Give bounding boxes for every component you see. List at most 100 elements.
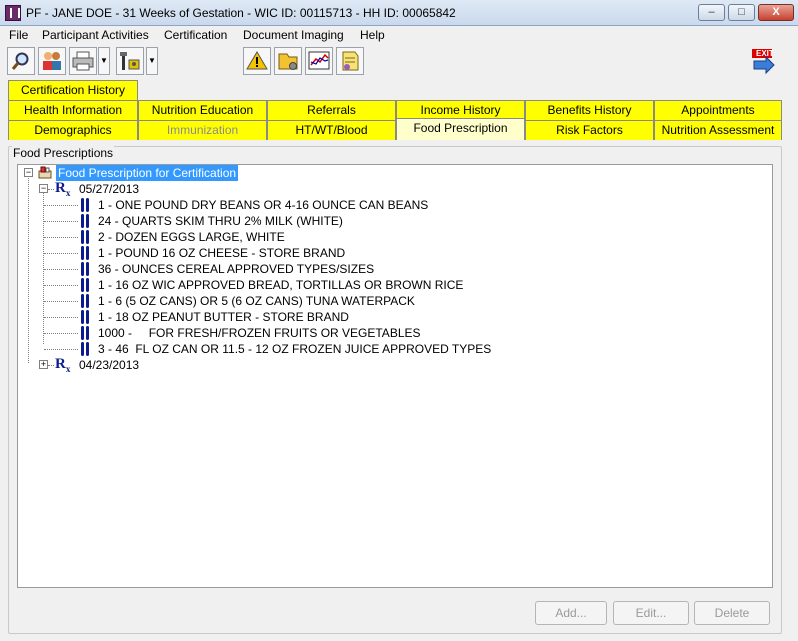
tree-item-row[interactable]: 1 - 18 OZ PEANUT BUTTER - STORE BRAND [18,309,758,325]
food-item-label: 24 - QUARTS SKIM THRU 2% MILK (WHITE) [98,214,343,228]
menu-certification[interactable]: Certification [164,28,227,42]
tab-referrals[interactable]: Referrals [267,100,396,120]
food-item-label: 1 - POUND 16 OZ CHEESE - STORE BRAND [98,246,346,260]
food-item-icon [81,214,90,228]
tree-connector [44,253,78,254]
alert-icon [246,51,268,70]
toolbar: ▼ ▼ EXIT [0,44,798,78]
tree-item-row[interactable]: 1 - ONE POUND DRY BEANS OR 4-16 OUNCE CA… [18,197,758,213]
tab-immunization[interactable]: Immunization [138,120,267,140]
folder-settings-icon [278,53,298,70]
tools-button[interactable] [116,47,144,75]
notes-icon [342,51,359,71]
tab-income-history[interactable]: Income History [396,100,525,120]
minimize-button[interactable]: – [698,4,725,21]
alert-button[interactable] [243,47,271,75]
notes-button[interactable] [336,47,364,75]
title-bar: PF - JANE DOE - 31 Weeks of Gestation - … [0,0,798,26]
rx-icon: Rx [55,356,71,374]
tree-group-row[interactable]: − Rx 05/27/2013 [18,180,318,198]
tree-connector [44,237,78,238]
food-basket-icon [38,166,52,179]
food-item-label: 36 - OUNCES CEREAL APPROVED TYPES/SIZES [98,262,375,276]
tab-nutrition-education[interactable]: Nutrition Education [138,100,267,120]
food-item-icon [81,230,90,244]
food-item-icon [81,262,90,276]
tree-connector [44,301,78,302]
tree-item-row[interactable]: 1 - 16 OZ WIC APPROVED BREAD, TORTILLAS … [18,277,758,293]
food-item-label: 1 - 18 OZ PEANUT BUTTER - STORE BRAND [98,310,349,324]
tree-item-row[interactable]: 3 - 46 FL OZ CAN OR 11.5 - 12 OZ FROZEN … [18,341,758,357]
tree-item-row[interactable]: 2 - DOZEN EGGS LARGE, WHITE [18,229,758,245]
app-icon [5,5,21,21]
participants-icon [43,52,61,70]
tab-demographics[interactable]: Demographics [8,120,138,140]
print-button[interactable] [69,47,97,75]
food-item-label: 1 - 6 (5 OZ CANS) OR 5 (6 OZ CANS) TUNA … [98,294,415,308]
tab-appointments[interactable]: Appointments [654,100,782,120]
window-title: PF - JANE DOE - 31 Weeks of Gestation - … [26,6,456,20]
tree-connector [44,317,78,318]
tab-nutrition-assessment[interactable]: Nutrition Assessment [654,120,782,140]
search-icon [11,52,29,70]
chevron-down-icon: ▼ [100,56,108,65]
food-item-icon [81,198,90,212]
exit-button[interactable]: EXIT [748,47,776,75]
food-item-label: 3 - 46 FL OZ CAN OR 11.5 - 12 OZ FROZEN … [98,342,492,356]
tree-item-row[interactable]: 1 - 6 (5 OZ CANS) OR 5 (6 OZ CANS) TUNA … [18,293,758,309]
tree-item-row[interactable]: 24 - QUARTS SKIM THRU 2% MILK (WHITE) [18,213,758,229]
tree-connector [44,221,78,222]
group-date: 05/27/2013 [79,182,140,196]
tree-connector [44,349,78,350]
participants-button[interactable] [38,47,66,75]
tab-strip: Certification History Health Information… [0,80,798,140]
food-item-icon [81,246,90,260]
tab-food-prescription[interactable]: Food Prescription [396,118,525,140]
tools-icon [120,52,140,70]
tree-connector [48,365,54,366]
tree-connector [48,189,54,190]
food-item-icon [81,278,90,292]
tab-ht-wt-blood[interactable]: HT/WT/Blood [267,120,396,140]
tree-item-row[interactable]: 1 - POUND 16 OZ CHEESE - STORE BRAND [18,245,758,261]
tab-certification-history[interactable]: Certification History [8,80,138,100]
food-item-label: 1000 - FOR FRESH/FROZEN FRUITS OR VEGETA… [98,326,421,340]
tree-item-row[interactable]: 36 - OUNCES CEREAL APPROVED TYPES/SIZES [18,261,758,277]
prescription-tree[interactable]: − Food Prescription for Certification − … [17,164,773,588]
menu-help[interactable]: Help [360,28,385,42]
folder-settings-button[interactable] [274,47,302,75]
food-item-icon [81,310,90,324]
tree-connector [44,205,78,206]
close-button[interactable]: X [758,4,794,21]
food-item-label: 1 - ONE POUND DRY BEANS OR 4-16 OUNCE CA… [98,198,429,212]
printer-icon [72,51,94,71]
chart-button[interactable] [305,47,333,75]
group-date: 04/23/2013 [79,358,140,372]
edit-button[interactable]: Edit... [613,601,689,625]
tab-health-information[interactable]: Health Information [8,100,138,120]
tree-item-row[interactable]: 1000 - FOR FRESH/FROZEN FRUITS OR VEGETA… [18,325,758,341]
menu-participant-activities[interactable]: Participant Activities [42,28,149,42]
menu-bar: File Participant Activities Certificatio… [0,26,798,44]
print-dropdown-button[interactable]: ▼ [98,47,110,75]
expand-icon[interactable]: + [39,360,48,369]
chevron-down-icon: ▼ [148,56,156,65]
food-item-icon [81,294,90,308]
tree-group-row[interactable]: + Rx 04/23/2013 [18,356,318,374]
food-item-label: 2 - DOZEN EGGS LARGE, WHITE [98,230,285,244]
tab-benefits-history[interactable]: Benefits History [525,100,654,120]
tab-risk-factors[interactable]: Risk Factors [525,120,654,140]
tools-dropdown-button[interactable]: ▼ [146,47,158,75]
food-item-label: 1 - 16 OZ WIC APPROVED BREAD, TORTILLAS … [98,278,464,292]
add-button[interactable]: Add... [535,601,607,625]
tree-root-label[interactable]: Food Prescription for Certification [56,165,239,181]
collapse-icon[interactable]: − [24,168,33,177]
collapse-icon[interactable]: − [39,184,48,193]
maximize-button[interactable]: □ [728,4,755,21]
tree-connector [44,269,78,270]
delete-button[interactable]: Delete [694,601,770,625]
search-button[interactable] [7,47,35,75]
menu-file[interactable]: File [9,28,28,42]
chart-icon [308,51,330,70]
menu-document-imaging[interactable]: Document Imaging [243,28,344,42]
